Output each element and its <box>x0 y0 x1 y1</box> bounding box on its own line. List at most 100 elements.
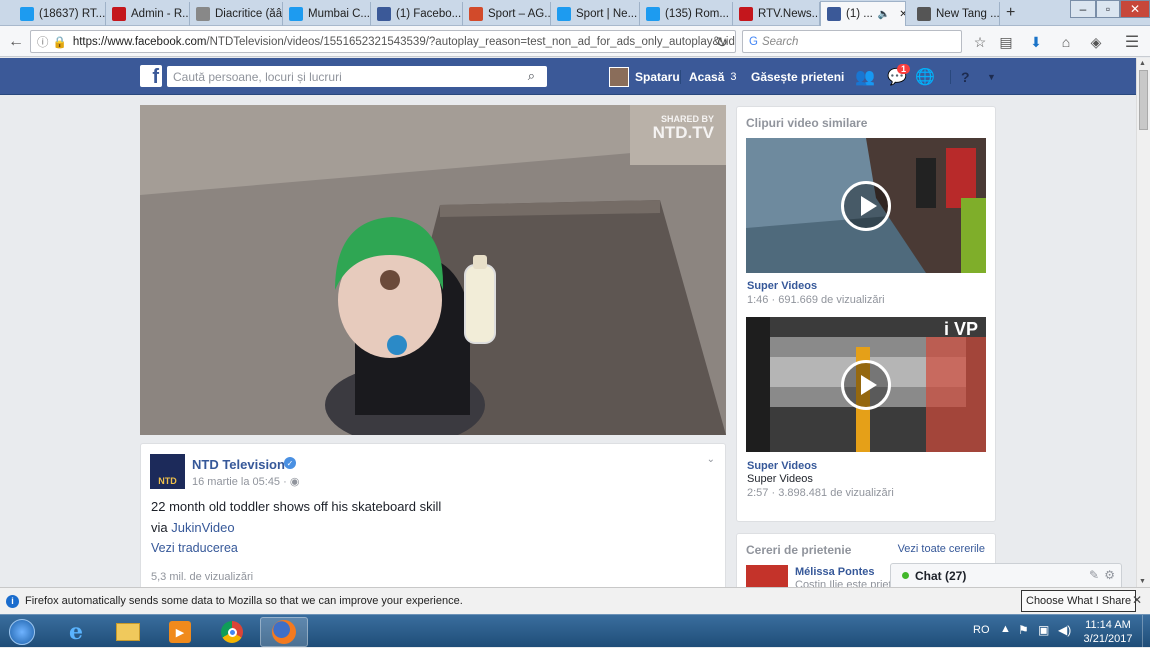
post-card: NTD NTD Television ✓ 16 martie la 05:45 … <box>140 443 726 593</box>
chat-settings-icon[interactable]: ⚙ <box>1104 568 1115 582</box>
url-bar[interactable]: ⓘ 🔒 https://www.facebook.com/NTDTelevisi… <box>30 30 736 53</box>
browser-tab-label: (1) Facebo... <box>396 8 462 20</box>
post-via: via JukinVideo <box>151 520 235 535</box>
facebook-logo-icon[interactable]: f <box>140 65 162 87</box>
browser-tab[interactable]: Sport – AG... <box>463 2 551 26</box>
rtv-icon <box>739 7 753 21</box>
clock-date: 3/21/2017 <box>1083 633 1133 645</box>
back-icon[interactable]: ← <box>6 32 26 52</box>
menu-icon[interactable]: ☰ <box>1122 32 1142 52</box>
post-options-chevron-icon[interactable]: ⌄ <box>707 454 715 465</box>
find-friends-link[interactable]: Găsește prieteni <box>751 58 844 95</box>
reload-icon[interactable]: ↻ <box>712 32 732 52</box>
reading-list-icon[interactable]: ▤ <box>996 32 1016 52</box>
browser-tab-label: Diacritice (ăâîș... <box>215 8 283 20</box>
file-explorer-icon[interactable] <box>104 617 152 647</box>
close-window-button[interactable]: ✕ <box>1120 0 1150 18</box>
home-label: Acasă <box>689 69 725 84</box>
minimize-button[interactable]: – <box>1070 0 1096 18</box>
lock-icon: 🔒 <box>52 36 67 49</box>
media-player-icon[interactable]: ▶ <box>156 617 204 647</box>
info-icon[interactable]: ⓘ <box>37 34 49 50</box>
close-icon[interactable]: ✕ <box>1132 593 1142 607</box>
search-bar[interactable]: G Search <box>742 30 962 53</box>
chat-sidebar-tab[interactable]: Chat (27) ✎ ⚙ <box>890 563 1122 587</box>
home-link[interactable]: Acasă 3 <box>689 58 737 95</box>
tray-expand-icon[interactable]: ▲ <box>1000 623 1011 635</box>
profile-link[interactable]: Spataru <box>635 58 680 95</box>
browser-tab[interactable]: (18637) RT... <box>14 2 106 26</box>
related-views-1: 691.669 de vizualizări <box>778 294 885 306</box>
bookmark-star-icon[interactable]: ☆ <box>970 32 990 52</box>
network-icon[interactable]: ▣ <box>1038 623 1049 637</box>
search-icon[interactable]: ⌕ <box>528 68 535 84</box>
video-player[interactable]: SHARED BY NTD.TV <box>140 105 726 435</box>
notification-bar: i Firefox automatically sends some data … <box>0 587 1150 614</box>
chrome-icon[interactable] <box>208 617 256 647</box>
help-icon[interactable]: ? <box>961 58 970 95</box>
related-channel-1[interactable]: Super Videos <box>747 280 817 292</box>
browser-tab-label: Admin - R... <box>131 8 190 20</box>
avatar[interactable] <box>609 67 629 87</box>
browser-tab[interactable]: RTV.News... <box>733 2 820 26</box>
choose-what-i-share-button[interactable]: Choose What I Share <box>1021 590 1137 612</box>
close-tab-icon[interactable]: ✕ <box>899 9 905 20</box>
friend-requests-icon[interactable]: 👥 <box>855 58 875 95</box>
new-tab-button[interactable]: + <box>1006 4 1015 22</box>
volume-icon[interactable]: ◀) <box>1058 623 1071 637</box>
url-domain: https://www.facebook.com <box>72 35 207 48</box>
ntd-logo[interactable]: NTD <box>150 454 185 489</box>
page-name-link[interactable]: NTD Television <box>192 457 285 472</box>
notifications-globe-icon[interactable]: 🌐 <box>915 58 935 95</box>
related-duration-2: 2:57 <box>747 487 769 499</box>
scroll-down-icon[interactable]: ▼ <box>1139 578 1146 585</box>
related-video-thumbnail-2[interactable]: i VP <box>746 317 986 452</box>
scroll-up-icon[interactable]: ▲ <box>1139 60 1146 67</box>
language-indicator[interactable]: RO <box>973 624 990 636</box>
browser-tab[interactable]: New Tang ... <box>911 2 1000 26</box>
browser-tab[interactable]: Diacritice (ăâîș... <box>190 2 283 26</box>
watermark-line2: NTD.TV <box>652 123 714 142</box>
home-icon[interactable]: ⌂ <box>1056 32 1076 52</box>
browser-tab[interactable]: (1) Facebo... <box>371 2 463 26</box>
friend-name-link[interactable]: Mélissa Pontes <box>795 566 874 578</box>
browser-tab[interactable]: Mumbai C... <box>283 2 371 26</box>
facebook-search-input[interactable]: Caută persoane, locuri și lucruri ⌕ <box>167 66 547 87</box>
start-button[interactable] <box>0 617 44 647</box>
browser-tab[interactable]: (135) Rom... <box>640 2 733 26</box>
pocket-icon[interactable]: ◈ <box>1086 32 1106 52</box>
browser-tab-label: Sport – AG... <box>488 8 551 20</box>
flag-icon[interactable]: ⚑ <box>1018 623 1029 637</box>
show-desktop-button[interactable] <box>1142 615 1150 648</box>
browser-tab[interactable]: (1) ... 🔈 ✕ <box>820 1 906 26</box>
divider <box>950 70 951 84</box>
browser-tab-label: RTV.News... <box>758 8 820 20</box>
post-date[interactable]: 16 martie la 05:45 · ◉ <box>192 475 299 488</box>
see-translation-link[interactable]: Vezi traducerea <box>151 541 238 555</box>
account-menu-chevron-icon[interactable]: ▼ <box>987 58 996 95</box>
twitter-icon <box>20 7 34 21</box>
download-icon[interactable]: ⬇ <box>1026 32 1046 52</box>
see-all-requests-link[interactable]: Vezi toate cererile <box>898 543 985 555</box>
scrollbar-thumb[interactable] <box>1139 70 1148 130</box>
browser-tab[interactable]: Sport | Ne... <box>551 2 640 26</box>
clock[interactable]: 11:14 AM 3/21/2017 <box>1080 618 1136 646</box>
new-message-icon[interactable]: ✎ <box>1089 568 1099 582</box>
internet-explorer-icon[interactable]: e <box>52 617 100 647</box>
page-scrollbar[interactable]: ▲ ▼ <box>1136 58 1150 587</box>
via-link[interactable]: JukinVideo <box>171 520 234 535</box>
related-video-thumbnail-1[interactable] <box>746 138 986 273</box>
browser-tab[interactable]: Admin - R... <box>106 2 190 26</box>
related-channel-2[interactable]: Super Videos <box>747 460 817 472</box>
maximize-button[interactable]: ▫ <box>1096 0 1120 18</box>
url-path: /NTDTelevision/videos/1551652321543539/?… <box>206 35 736 48</box>
facebook-icon <box>827 7 841 21</box>
play-icon[interactable] <box>841 181 891 231</box>
video-watermark: SHARED BY NTD.TV <box>652 115 714 142</box>
video-frame <box>140 105 726 435</box>
firefox-icon[interactable] <box>260 617 308 647</box>
speaker-icon[interactable]: 🔈 <box>878 9 890 20</box>
play-icon[interactable] <box>841 360 891 410</box>
browser-tab-label: Sport | Ne... <box>576 8 638 20</box>
online-dot-icon <box>902 572 909 579</box>
